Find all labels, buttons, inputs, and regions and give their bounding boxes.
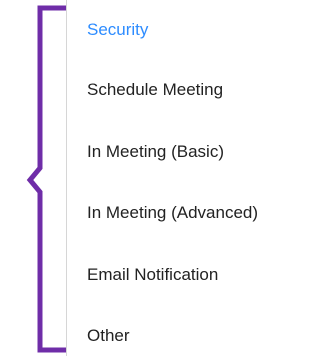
menu-item-schedule-meeting[interactable]: Schedule Meeting	[87, 80, 223, 100]
settings-panel: Security Schedule Meeting In Meeting (Ba…	[0, 0, 332, 356]
settings-menu: Security Schedule Meeting In Meeting (Ba…	[66, 0, 332, 356]
curly-brace-annotation	[26, 5, 66, 353]
menu-item-security[interactable]: Security	[87, 20, 148, 40]
menu-item-other[interactable]: Other	[87, 326, 130, 346]
menu-item-email-notification[interactable]: Email Notification	[87, 265, 218, 285]
menu-item-in-meeting-basic[interactable]: In Meeting (Basic)	[87, 142, 224, 162]
menu-item-in-meeting-advanced[interactable]: In Meeting (Advanced)	[87, 203, 258, 223]
